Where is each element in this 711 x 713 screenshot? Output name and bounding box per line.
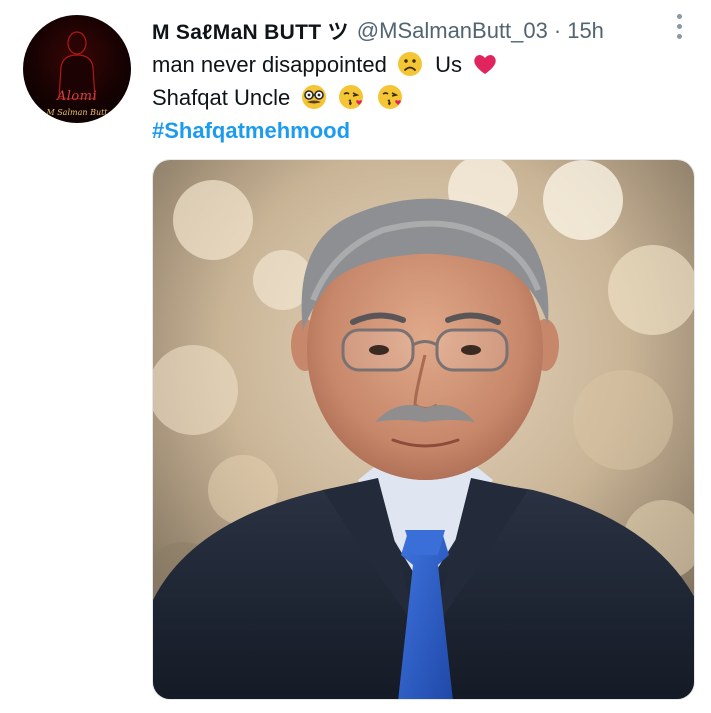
face-blowing-kiss-icon xyxy=(377,85,402,109)
tweet-text: Shafqat Uncle xyxy=(152,85,291,110)
timestamp[interactable]: 15h xyxy=(567,18,604,44)
tweet-text-line-1: man never disappointed Us xyxy=(152,51,498,79)
tweet-text: man never disappointed xyxy=(152,52,387,77)
hashtag-link[interactable]: #Shafqatmehmood xyxy=(152,117,350,145)
display-name[interactable]: M SaℓMaN BUTT ツ xyxy=(152,16,349,46)
tweet-card[interactable]: Alomi M Salman Butt M SaℓMaN BUTT ツ @MSa… xyxy=(0,0,711,713)
tweet-text-us: Us xyxy=(435,52,462,77)
portrait-photo xyxy=(153,160,694,699)
tweet-photo[interactable] xyxy=(152,159,695,700)
red-heart-icon xyxy=(474,55,496,74)
disguised-glasses-face-icon xyxy=(302,85,327,109)
more-vertical-icon[interactable] xyxy=(672,14,686,42)
separator-dot: · xyxy=(553,18,562,43)
tweet-text-line-2: Shafqat Uncle xyxy=(152,84,405,112)
slightly-frowning-face-icon xyxy=(397,52,422,76)
user-handle[interactable]: @MSalmanButt_03 xyxy=(357,18,548,44)
avatar-logo-text: Alomi xyxy=(56,89,98,104)
avatar[interactable]: Alomi M Salman Butt xyxy=(23,15,131,123)
tweet-header: M SaℓMaN BUTT ツ @MSalmanButt_03 · 15h xyxy=(152,14,604,48)
face-blowing-kiss-icon xyxy=(339,85,364,109)
avatar-logo-subtext: M Salman Butt xyxy=(46,108,108,117)
